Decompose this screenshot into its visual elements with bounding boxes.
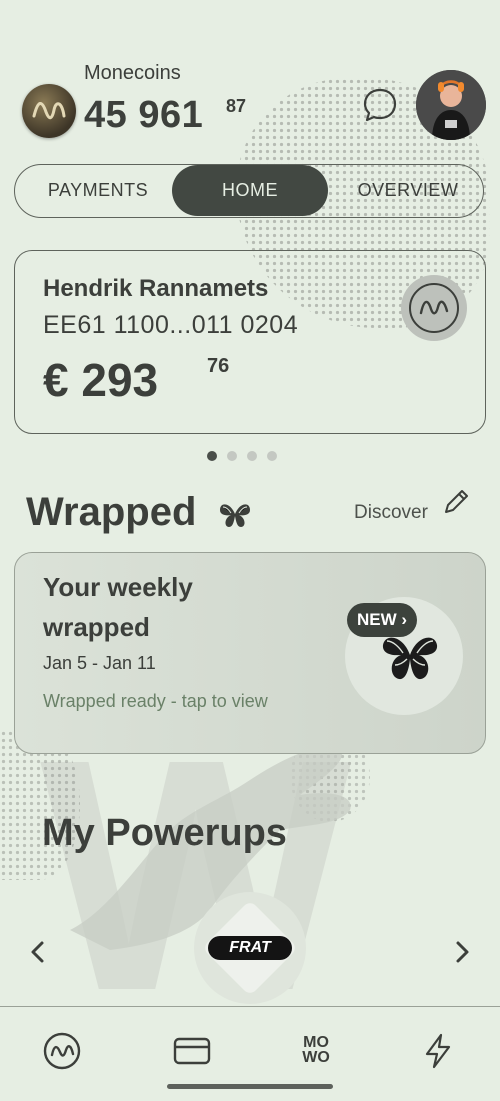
chevron-right-icon[interactable] — [452, 938, 472, 966]
avatar[interactable] — [416, 70, 486, 140]
wrapped-date-range: Jan 5 - Jan 11 — [43, 653, 156, 673]
coins-label: Monecoins — [84, 62, 181, 84]
account-balance: € 293 — [43, 354, 159, 406]
main-tabs: PAYMENTS HOME OVERVIEW — [14, 164, 484, 218]
mowo-icon[interactable]: MO WO — [294, 1035, 338, 1075]
pager-dot[interactable] — [227, 451, 237, 461]
pager-dot[interactable] — [207, 451, 217, 461]
powerups-title: My Powerups — [42, 812, 287, 854]
account-card[interactable]: Hendrik Rannamets EE61 1100...011 0204 €… — [14, 250, 486, 434]
new-badge-label: NEW — [357, 610, 397, 629]
weekly-wrapped-card[interactable]: Your weekly wrapped Jan 5 - Jan 11 Wrapp… — [14, 552, 486, 754]
card-icon[interactable] — [172, 1031, 212, 1071]
account-holder-name: Hendrik Rannamets — [43, 275, 269, 302]
account-iban: EE61 1100...011 0204 — [43, 311, 299, 339]
tab-payments[interactable]: PAYMENTS — [25, 165, 171, 216]
coin-icon — [22, 84, 76, 138]
bolt-icon[interactable] — [418, 1031, 458, 1071]
powerup-frat[interactable]: FRAT — [194, 892, 306, 1004]
powerup-frat-label: FRAT — [208, 936, 292, 960]
mowo-label: MO WO — [302, 1034, 330, 1066]
discover-link[interactable]: Discover — [354, 502, 428, 524]
butterfly-icon — [379, 629, 441, 685]
butterfly-icon — [218, 500, 252, 530]
chat-icon[interactable] — [362, 87, 398, 123]
wrapped-status: Wrapped ready - tap to view — [43, 691, 268, 711]
bank-logo-icon — [401, 275, 467, 341]
pager-dot[interactable] — [247, 451, 257, 461]
account-balance-decimal: 76 — [207, 355, 230, 377]
chevron-right-icon: › — [401, 610, 408, 629]
home-icon[interactable] — [42, 1031, 82, 1071]
tab-home[interactable]: HOME — [172, 165, 328, 216]
pencil-icon[interactable] — [440, 486, 472, 518]
pager-dot[interactable] — [267, 451, 277, 461]
coins-balance: 45 961 — [84, 94, 204, 136]
card-pager — [207, 448, 287, 461]
home-indicator[interactable] — [167, 1084, 333, 1089]
coins-balance-decimal: 87 — [226, 96, 247, 116]
tab-overview[interactable]: OVERVIEW — [333, 165, 483, 216]
wrapped-card-title: Your weekly wrapped — [43, 572, 193, 642]
wrapped-title: Wrapped — [26, 490, 197, 534]
chevron-left-icon[interactable] — [28, 938, 48, 966]
